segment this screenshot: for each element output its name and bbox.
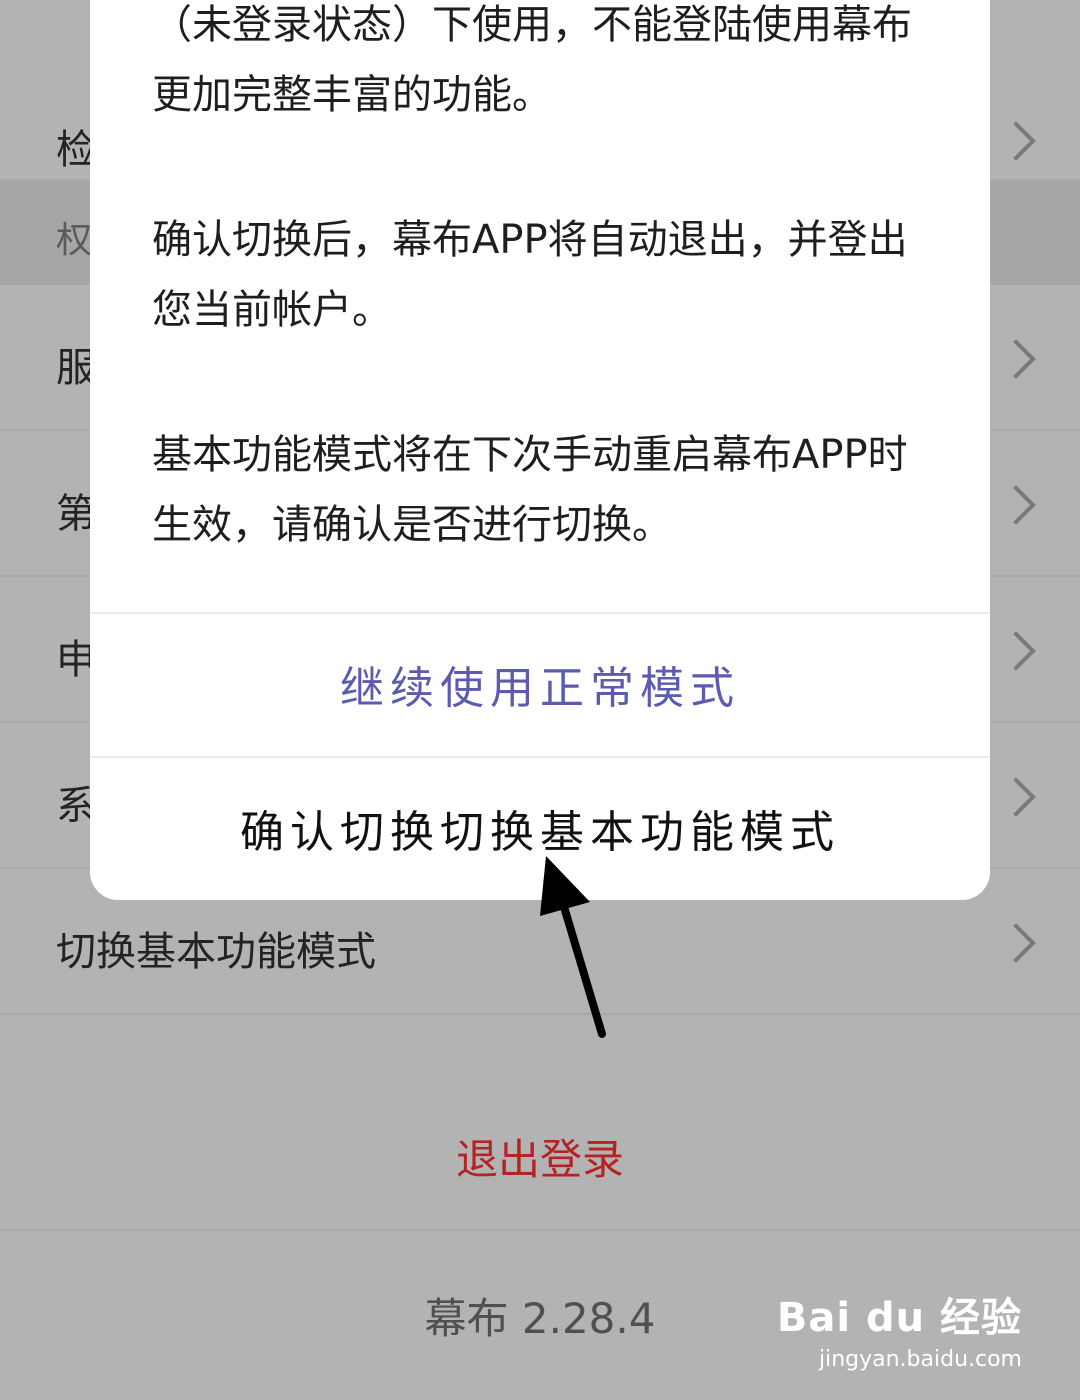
annotation-arrow-icon xyxy=(540,856,606,1038)
